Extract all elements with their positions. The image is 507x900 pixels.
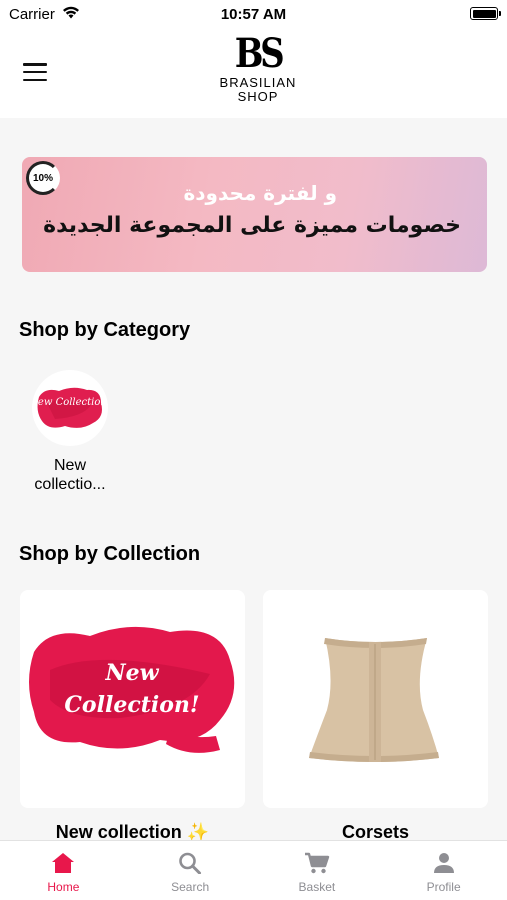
tab-home[interactable]: Home xyxy=(0,841,127,900)
new-collection-image: New Collection! xyxy=(29,626,235,753)
section-title-collection: Shop by Collection xyxy=(19,543,201,565)
logo-text-line1: BRASILIAN xyxy=(219,75,297,90)
home-icon xyxy=(52,853,75,873)
banner-subtitle: و لفترة محدودة xyxy=(183,181,337,205)
logo-text-line2: SHOP xyxy=(237,89,279,104)
search-icon xyxy=(179,852,202,874)
status-bar: Carrier 10:57 AM xyxy=(0,0,507,30)
person-icon xyxy=(433,853,454,873)
collection-card-new[interactable]: New Collection! xyxy=(20,590,245,808)
logo[interactable]: BS BRASILIAN SHOP xyxy=(203,32,313,114)
svg-text:New: New xyxy=(104,660,159,686)
tab-bar: Home Search Basket Profile xyxy=(0,840,507,900)
promo-banner[interactable]: 10% و لفترة محدودة خصومات مميزة على المج… xyxy=(22,157,487,272)
category-item[interactable]: New Collection! New collectio... xyxy=(20,370,120,494)
menu-button[interactable] xyxy=(20,60,50,84)
tab-home-label: Home xyxy=(47,880,80,894)
logo-mark: BS xyxy=(234,30,285,77)
tab-profile-label: Profile xyxy=(426,880,461,894)
app-header: BS BRASILIAN SHOP xyxy=(0,30,507,118)
svg-text:Collection!: Collection! xyxy=(64,692,199,718)
collection-card-corsets[interactable] xyxy=(263,590,488,808)
tab-search[interactable]: Search xyxy=(127,841,254,900)
section-title-category: Shop by Category xyxy=(19,319,191,341)
tab-search-label: Search xyxy=(171,880,210,894)
tab-basket[interactable]: Basket xyxy=(254,841,381,900)
banner-title: خصومات مميزة على المجموعة الجديدة xyxy=(43,213,461,238)
menu-icon xyxy=(23,63,47,66)
corset-image xyxy=(309,638,439,762)
svg-text:New Collection!: New Collection! xyxy=(35,397,105,408)
new-collection-image: New Collection! xyxy=(35,387,105,428)
category-label: New collectio... xyxy=(34,457,106,493)
battery-icon xyxy=(470,7,501,20)
clock: 10:57 AM xyxy=(220,6,287,23)
tab-basket-label: Basket xyxy=(298,880,336,894)
discount-badge: 10% xyxy=(26,161,60,195)
tab-profile[interactable]: Profile xyxy=(380,841,507,900)
category-thumbnail: New Collection! xyxy=(32,370,108,446)
cart-icon xyxy=(304,852,330,874)
